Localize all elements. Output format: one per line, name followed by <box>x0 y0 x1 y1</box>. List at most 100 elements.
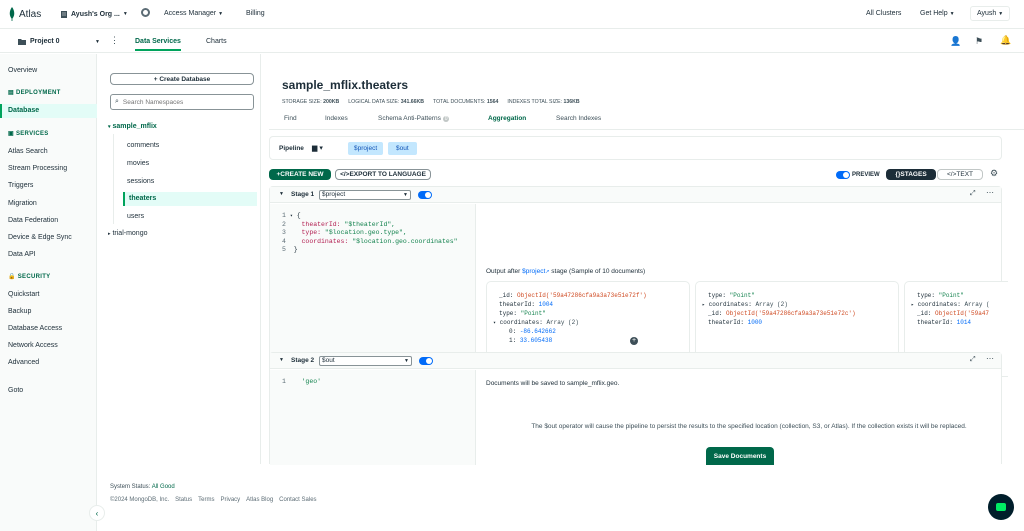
tab-charts[interactable]: Charts <box>206 38 227 45</box>
collection-comments[interactable]: comments <box>127 142 159 149</box>
stage-chip-out[interactable]: $out <box>388 142 417 155</box>
more-options-icon[interactable]: ⋮ <box>110 35 119 46</box>
collection-movies[interactable]: movies <box>127 160 149 167</box>
settings-gear-icon[interactable]: ⚙ <box>990 168 998 179</box>
sidebar-item-stream-processing[interactable]: Stream Processing <box>8 165 67 172</box>
footer-link-status[interactable]: Status <box>175 497 192 503</box>
sidebar-item-atlas-search[interactable]: Atlas Search <box>8 148 48 155</box>
all-clusters-link[interactable]: All Clusters <box>866 10 901 17</box>
get-help-menu[interactable]: Get Help ▼ <box>920 10 955 17</box>
access-manager-menu[interactable]: Access Manager ▼ <box>164 10 223 17</box>
tab-data-services[interactable]: Data Services <box>135 38 181 51</box>
field-value: "Point" <box>729 292 755 299</box>
doc-field-expandable[interactable]: ▸ coordinates: Array (2) <box>702 301 788 308</box>
tab-aggregation[interactable]: Aggregation <box>488 115 526 122</box>
code-value: "$theaterId", <box>340 220 396 228</box>
doc-field-expandable[interactable]: ▸ coordinates: Array ( <box>911 301 990 308</box>
create-database-button[interactable]: + Create Database <box>110 73 254 85</box>
footer-link-privacy[interactable]: Privacy <box>220 497 240 503</box>
save-documents-button[interactable]: Save Documents <box>706 447 774 465</box>
alerts-bell-icon[interactable]: 🔔 <box>1000 35 1011 46</box>
code-icon: </> <box>946 171 957 178</box>
copyright-text: ©2024 MongoDB, Inc. <box>110 497 170 503</box>
org-selector[interactable]: Ayush's Org ... ▼ <box>60 8 136 20</box>
stage-more-options-icon[interactable]: ⋯ <box>986 188 994 197</box>
database-trial-mongo[interactable]: ▸ trial-mongo <box>108 230 147 237</box>
collection-users[interactable]: users <box>127 213 144 220</box>
footer-link-atlas-blog[interactable]: Atlas Blog <box>246 497 273 503</box>
sidebar-item-migration[interactable]: Migration <box>8 200 37 207</box>
tab-find[interactable]: Find <box>284 115 297 122</box>
project-selector[interactable]: Project 0 ▼ <box>18 36 100 47</box>
export-to-language-button[interactable]: </> EXPORT TO LANGUAGE <box>335 169 431 180</box>
atlas-logo[interactable]: Atlas <box>8 6 52 22</box>
stages-label: STAGES <box>900 171 927 178</box>
tabs-divider <box>269 129 1024 130</box>
stages-view-button[interactable]: {} STAGES <box>886 169 936 180</box>
sidebar-item-database[interactable]: Database <box>0 104 97 118</box>
billing-link[interactable]: Billing <box>246 10 265 17</box>
add-stage-plus-icon[interactable]: + <box>630 337 638 345</box>
doc-field-expandable[interactable]: ▾ coordinates: Array (2) <box>493 319 579 326</box>
org-settings-gear-icon[interactable] <box>141 8 150 17</box>
field-value: 33.605438 <box>519 337 553 344</box>
collection-sessions[interactable]: sessions <box>127 178 154 185</box>
project-name: Project 0 <box>30 38 60 45</box>
activity-feed-icon[interactable]: ⚑ <box>975 36 983 47</box>
doc-field: theaterId: 1000 <box>708 319 762 326</box>
tab-indexes[interactable]: Indexes <box>325 115 348 122</box>
create-new-stage-button[interactable]: + CREATE NEW <box>269 169 331 180</box>
sidebar-item-triggers[interactable]: Triggers <box>8 182 33 189</box>
chat-assistant-button[interactable] <box>988 494 1014 520</box>
sidebar-item-data-api[interactable]: Data API <box>8 251 36 258</box>
field-key: 0: <box>509 328 517 335</box>
sidebar-item-data-federation[interactable]: Data Federation <box>8 217 58 224</box>
stage-1-operator-select[interactable]: $project ▼ <box>319 190 411 200</box>
stage-2-code-editor[interactable]: 1 'geo' <box>270 370 476 465</box>
doc-field: type: "Point" <box>917 292 964 299</box>
fold-icon: ▾ <box>289 213 293 219</box>
chevron-down-icon: ▼ <box>949 11 955 17</box>
tab-schema-anti-patterns[interactable]: Schema Anti-Patterns 0 <box>378 115 450 122</box>
sidebar-item-network-access[interactable]: Network Access <box>8 342 58 349</box>
collapse-chevron-icon[interactable]: ▼ <box>279 191 284 197</box>
stage-more-options-icon[interactable]: ⋯ <box>986 354 994 363</box>
chevron-right-icon: ▸ <box>108 231 111 237</box>
collapse-chevron-icon[interactable]: ▼ <box>279 357 284 363</box>
code-text: } <box>293 246 298 254</box>
expand-icon[interactable]: ⤢ <box>970 190 976 198</box>
status-value-link[interactable]: All Good <box>152 484 175 490</box>
database-sample-mflix[interactable]: ▾ sample_mflix <box>108 123 157 130</box>
stat-label: STORAGE SIZE: <box>282 99 322 105</box>
tab-search-indexes[interactable]: Search Indexes <box>556 115 601 122</box>
collection-theaters-selected[interactable]: theaters <box>123 192 257 206</box>
expand-icon[interactable]: ⤢ <box>970 356 976 364</box>
output-operator-link[interactable]: $project <box>522 268 545 275</box>
invite-user-icon[interactable]: 👤 <box>950 36 961 47</box>
footer-link-terms[interactable]: Terms <box>198 497 214 503</box>
stage-2-enabled-toggle[interactable] <box>419 357 433 365</box>
stage-1-enabled-toggle[interactable] <box>418 191 432 199</box>
text-view-button[interactable]: </> TEXT <box>937 169 983 180</box>
sidebar-item-backup[interactable]: Backup <box>8 308 31 315</box>
stage-2-operator-select[interactable]: $out ▼ <box>319 356 412 366</box>
preview-label: PREVIEW <box>852 172 880 178</box>
code-text: { <box>296 212 301 219</box>
pipeline-builder-header: Pipeline ▆ ▾ $project $out <box>269 136 1002 160</box>
stage-chip-project[interactable]: $project <box>348 142 384 155</box>
collapse-sidebar-button[interactable]: ‹ <box>89 505 105 521</box>
pipeline-folder-menu[interactable]: ▆ ▾ <box>312 144 323 152</box>
sidebar-item-advanced[interactable]: Advanced <box>8 359 39 366</box>
sidebar-item-goto[interactable]: Goto <box>8 387 23 394</box>
user-menu[interactable]: Ayush ▼ <box>970 6 1011 21</box>
stat-logical-size: LOGICAL DATA SIZE: 341.66KB <box>348 99 424 105</box>
namespace-search-input[interactable] <box>122 98 243 106</box>
chevron-down-icon: ▼ <box>403 192 408 198</box>
doc-field: _id: ObjectId('59a47 <box>917 310 989 317</box>
sidebar-item-device-edge-sync[interactable]: Device & Edge Sync <box>8 234 72 241</box>
footer-link-contact-sales[interactable]: Contact Sales <box>279 497 316 503</box>
sidebar-item-overview[interactable]: Overview <box>8 67 37 74</box>
sidebar-item-database-access[interactable]: Database Access <box>8 325 62 332</box>
preview-toggle[interactable] <box>836 171 850 179</box>
sidebar-item-quickstart[interactable]: Quickstart <box>8 291 40 298</box>
